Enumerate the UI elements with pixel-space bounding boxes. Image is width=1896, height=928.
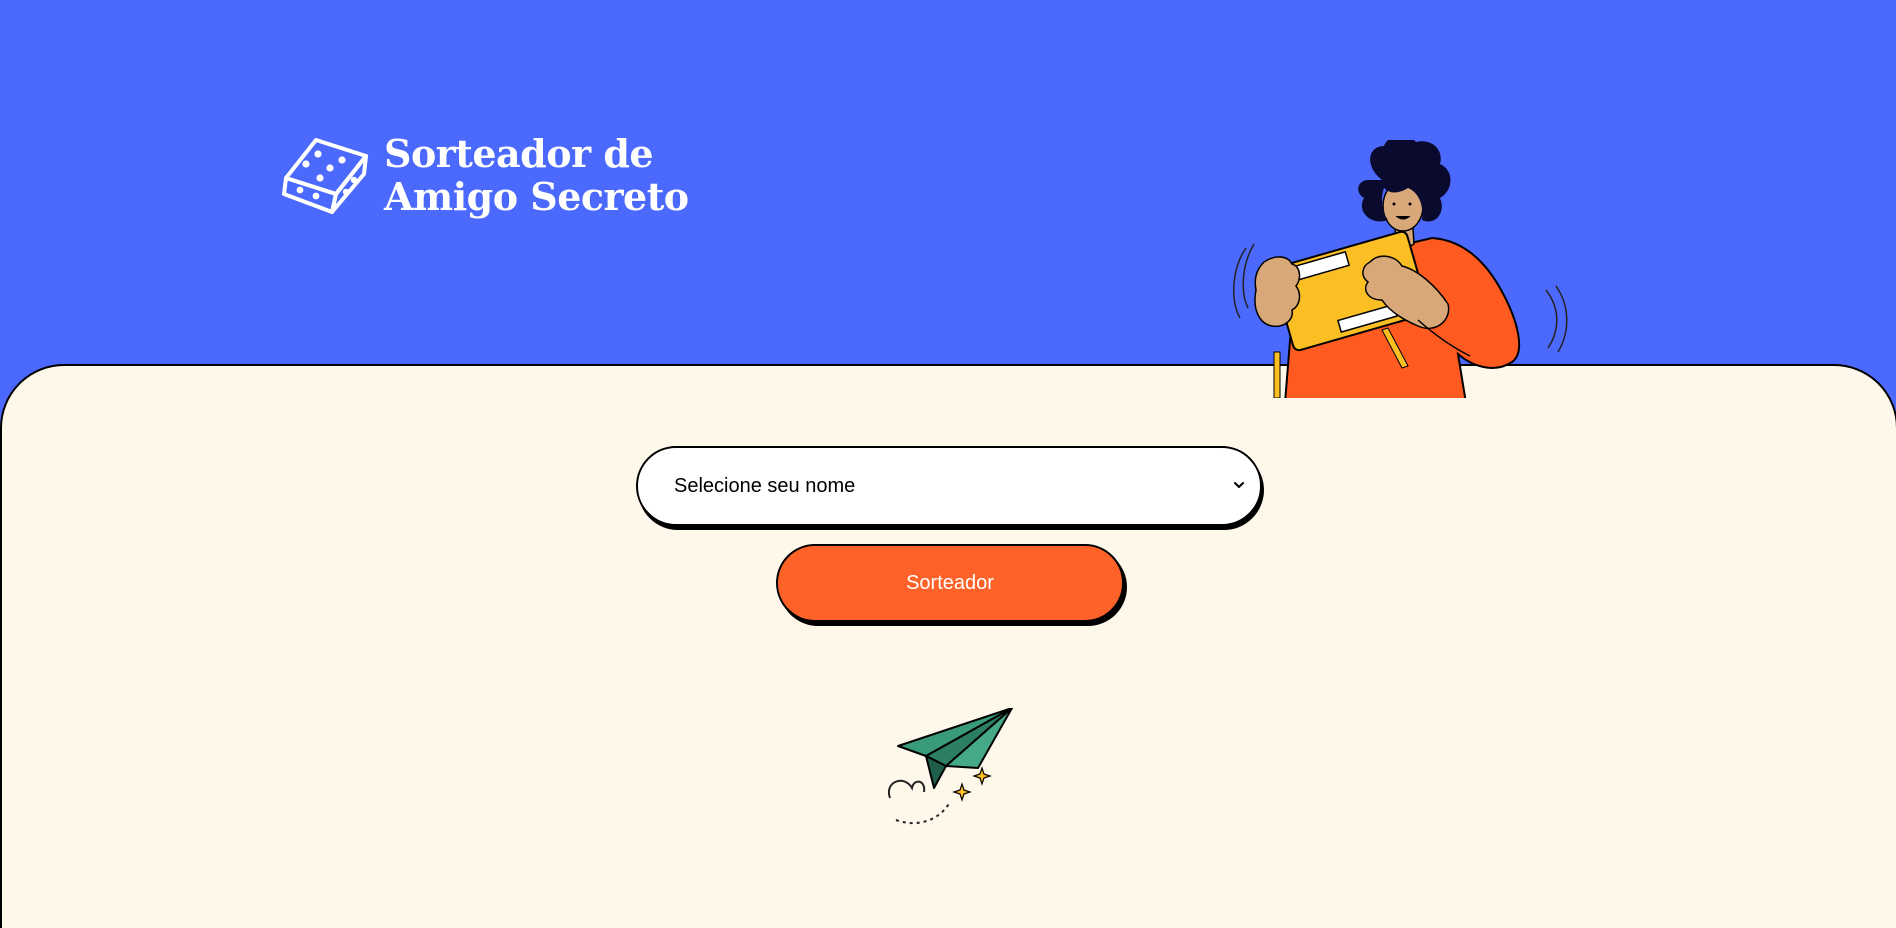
app-title-line-2: Amigo Secreto	[384, 174, 689, 219]
person-holding-ticket-illustration	[1233, 140, 1568, 398]
draw-button[interactable]: Sorteador	[776, 544, 1124, 622]
dice-icon	[282, 138, 368, 214]
brand: Sorteador de Amigo Secreto	[280, 132, 689, 218]
app-title-line-1: Sorteador de	[384, 131, 654, 176]
app-title: Sorteador de Amigo Secreto	[384, 132, 689, 218]
name-select-wrapper[interactable]: Selecione seu nome	[636, 446, 1262, 526]
page: Sorteador de Amigo Secreto Selecione seu…	[0, 0, 1896, 928]
main-panel: Selecione seu nome Sorteador	[0, 364, 1896, 928]
name-select[interactable]: Selecione seu nome	[638, 448, 1260, 524]
paper-plane-illustration	[887, 708, 1013, 825]
